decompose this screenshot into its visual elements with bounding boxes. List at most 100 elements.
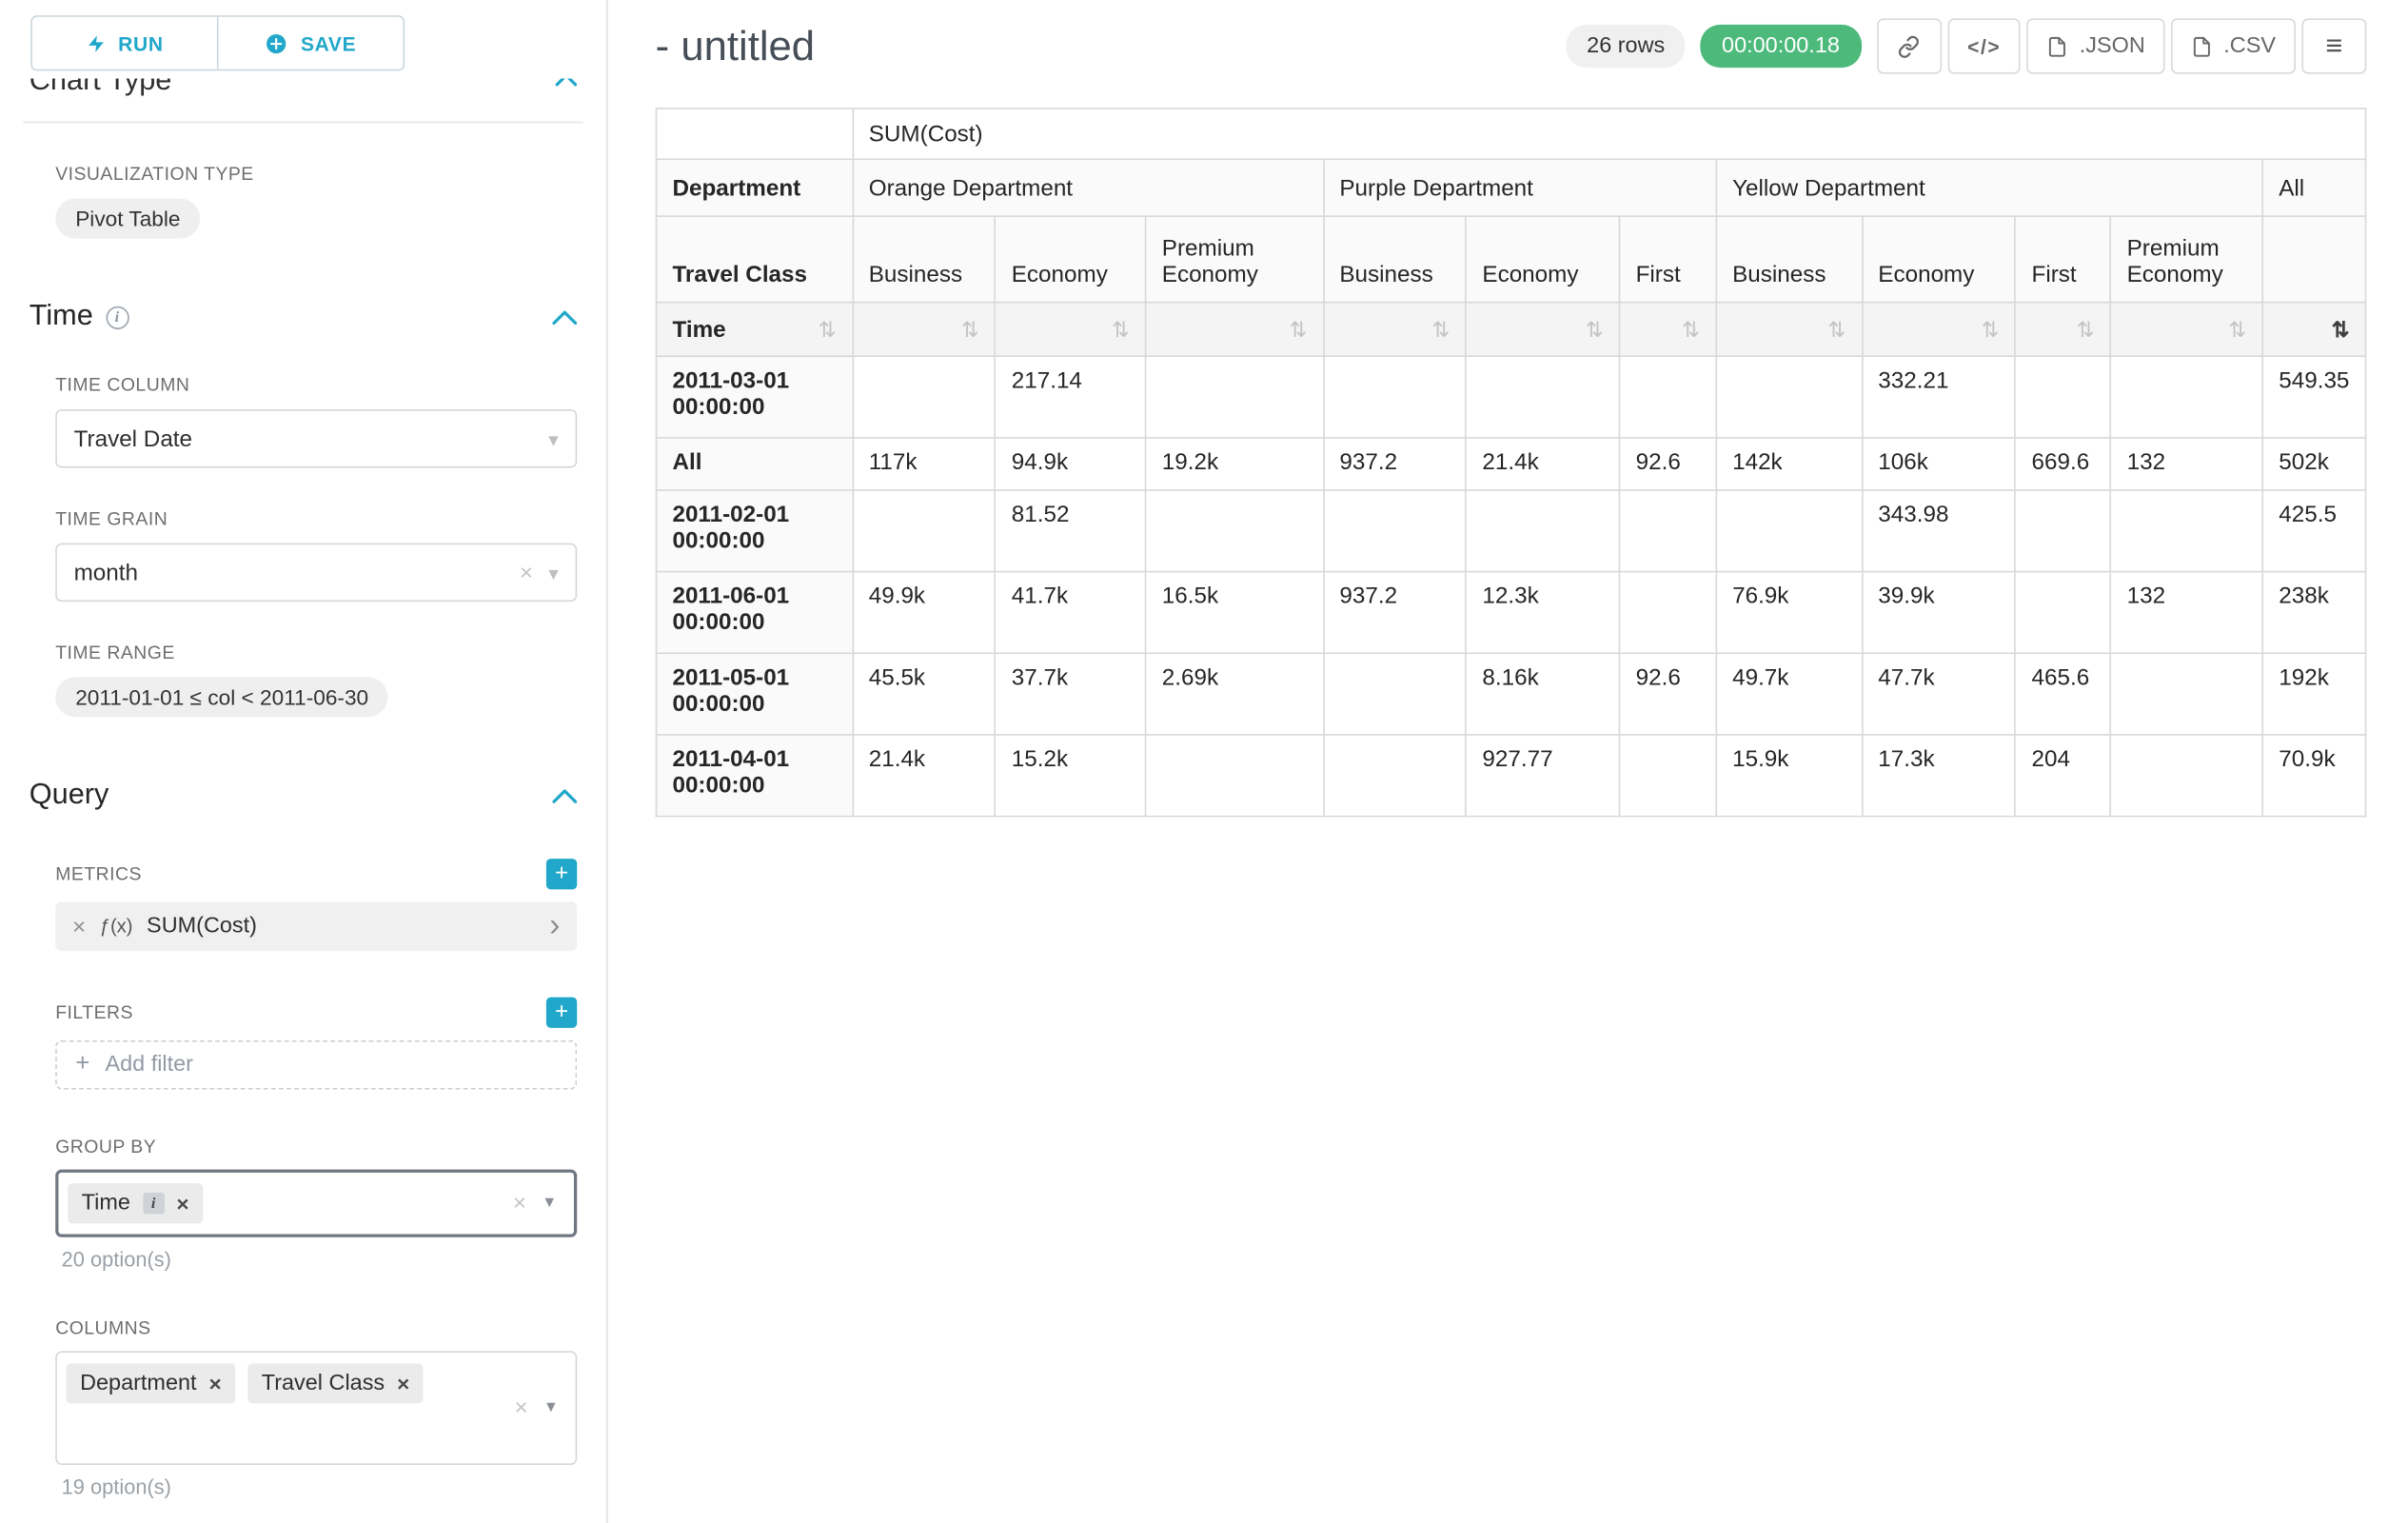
export-json-button[interactable]: .JSON [2027,18,2165,73]
chart-panel: - untitled 26 rows 00:00:00.18 </> .JSON [608,0,2408,1523]
pivot-value-cell [2111,490,2263,572]
remove-metric-icon[interactable]: × [72,913,86,939]
sort-icon[interactable]: ⇅ [2077,319,2095,341]
sort-icon[interactable]: ⇅ [1682,319,1700,341]
group-header: Purple Department [1323,159,1716,216]
run-button-label: RUN [118,31,163,54]
add-filter-plus-button[interactable]: + [546,998,577,1028]
pivot-value-cell [2111,356,2263,438]
travel-class-header: First [1620,216,1716,303]
remove-chip-icon[interactable]: × [176,1193,188,1215]
section-divider [23,122,582,124]
pivot-value-cell: 425.5 [2262,490,2365,572]
sort-icon[interactable]: ⇅ [1112,319,1130,341]
clear-icon[interactable]: × [514,1396,527,1419]
collapse-section-icon[interactable] [552,310,577,325]
collapse-section-icon[interactable] [552,789,577,803]
group-by-chip[interactable]: Time i × [68,1183,203,1223]
export-csv-button[interactable]: .CSV [2171,18,2296,73]
chevron-right-icon[interactable]: › [549,909,560,941]
function-icon: ƒ(x) [100,916,133,938]
pivot-value-cell: 49.9k [853,572,996,654]
metric-header: SUM(Cost) [853,109,2366,159]
link-icon [1898,34,1921,57]
remove-chip-icon[interactable]: × [208,1373,221,1394]
time-grain-label: TIME GRAIN [55,507,577,529]
visualization-type-value[interactable]: Pivot Table [55,199,200,239]
pivot-value-cell [853,356,996,438]
group-by-label: GROUP BY [55,1136,156,1157]
sort-icon[interactable]: ⇅ [1431,319,1450,341]
add-filter-label: Add filter [105,1053,193,1078]
pivot-value-cell: 19.2k [1146,438,1324,490]
metric-item[interactable]: × ƒ(x) SUM(Cost) › [55,901,577,951]
section-title: Chart Type [30,78,172,106]
columns-select[interactable]: Department × Travel Class × × ▼ [55,1351,577,1465]
sort-icon[interactable]: ⇅ [1827,319,1845,341]
row-label: All [656,438,852,490]
time-range-label: TIME RANGE [55,642,577,663]
pivot-value-cell [2111,653,2263,735]
pivot-value-cell: 502k [2262,438,2365,490]
sort-icon[interactable]: ⇅ [2228,319,2246,341]
pivot-value-cell: 92.6 [1620,653,1716,735]
chart-title[interactable]: - untitled [656,22,815,69]
pivot-value-cell [1146,356,1324,438]
section-title: Query [30,779,109,813]
pivot-value-cell [2016,356,2111,438]
travel-class-header: Premium Economy [1146,216,1324,303]
pivot-value-cell: 39.9k [1862,572,2015,654]
run-button[interactable]: RUN [32,17,217,69]
sort-icon[interactable]: ⇅ [1586,319,1604,341]
remove-chip-icon[interactable]: × [397,1373,409,1394]
pivot-value-cell: 927.77 [1466,735,1619,817]
pivot-value-cell [1466,356,1619,438]
sort-icon[interactable]: ⇅ [1289,319,1307,341]
pivot-value-cell: 81.52 [996,490,1146,572]
columns-chip[interactable]: Travel Class × [247,1363,424,1403]
columns-chip[interactable]: Department × [67,1363,236,1403]
caret-down-icon[interactable]: ▼ [542,1196,557,1211]
add-metric-button[interactable]: + [546,859,577,889]
menu-button[interactable]: ≡ [2301,18,2366,73]
clear-icon[interactable]: × [513,1192,526,1215]
pivot-value-cell: 94.9k [996,438,1146,490]
sort-header-cell: ⇅ [2016,303,2111,357]
pivot-value-cell [1323,356,1466,438]
group-by-field-header: GROUP BY [55,1136,577,1157]
copy-link-button[interactable] [1877,18,1942,73]
time-column-select[interactable]: Travel Date ▾ [55,409,577,467]
export-json-label: .JSON [2080,34,2145,59]
pivot-value-cell: 12.3k [1466,572,1619,654]
pivot-value-cell [1323,653,1466,735]
add-filter-button[interactable]: + Add filter [55,1040,577,1090]
row-label: 2011-06-01 00:00:00 [656,572,852,654]
sort-desc-icon[interactable]: ⇅ [2332,319,2350,341]
sort-icon[interactable]: ⇅ [819,319,837,341]
filters-field-header: FILTERS + [55,998,577,1028]
view-query-button[interactable]: </> [1947,18,2021,73]
time-range-value[interactable]: 2011-01-01 ≤ col < 2011-06-30 [55,677,388,717]
travel-class-header: Economy [996,216,1146,303]
group-header: All [2262,159,2365,216]
visualization-type-label: VISUALIZATION TYPE [55,163,577,185]
pivot-value-cell: 17.3k [1862,735,2015,817]
pivot-value-cell: 332.21 [1862,356,2015,438]
pivot-value-cell [2016,572,2111,654]
clear-icon[interactable]: × [520,561,533,583]
save-button[interactable]: SAVE [219,17,404,69]
sort-icon[interactable]: ⇅ [1982,319,2000,341]
travel-class-header: Economy [1862,216,2015,303]
explore-view: RUN SAVE Chart Type VISUALIZATION TYPE P… [0,0,2408,1523]
pivot-value-cell: 132 [2111,438,2263,490]
time-grain-select[interactable]: month × ▾ [55,544,577,602]
sort-header-cell: ⇅ [2262,303,2365,357]
pivot-value-cell [853,490,996,572]
sort-icon[interactable]: ⇅ [961,319,979,341]
time-grain-value: month [74,560,138,585]
group-by-select[interactable]: Time i × × ▼ [55,1170,577,1237]
chevron-up-icon[interactable] [556,78,578,86]
caret-down-icon[interactable]: ▼ [543,1400,559,1415]
pivot-value-cell: 49.7k [1716,653,1862,735]
pivot-row: 2011-04-01 00:00:0021.4k15.2k927.7715.9k… [656,735,2365,817]
